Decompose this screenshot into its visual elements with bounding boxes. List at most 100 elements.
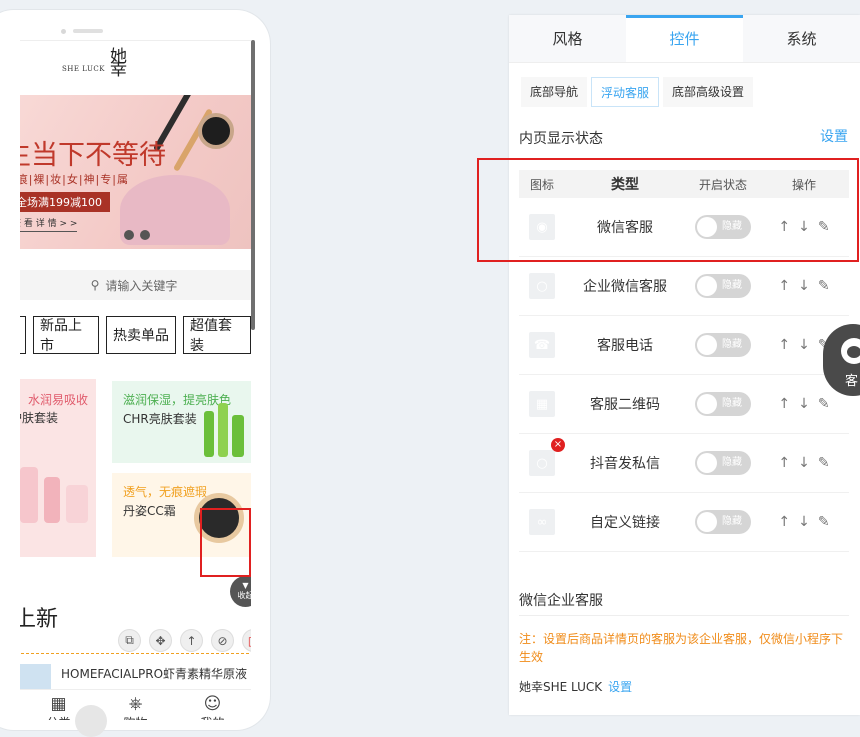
home-button[interactable] xyxy=(75,705,107,737)
user-icon: ☺ xyxy=(203,694,222,714)
settings-link[interactable]: 设置 xyxy=(820,126,848,146)
link-icon: ∞ xyxy=(529,509,555,535)
arrow-down-icon[interactable]: ↓ xyxy=(798,396,810,412)
module-toolbar: ⧉ ✥ ↑ ⊘ ◫ xyxy=(118,629,251,652)
close-icon[interactable]: × xyxy=(551,438,565,452)
hide-icon[interactable]: ⊘ xyxy=(211,629,234,652)
toggle-switch[interactable]: 隐藏 xyxy=(695,510,751,534)
row-ops: ↑ ↓ ✎ xyxy=(761,278,847,294)
triangle-down-icon: ▼ xyxy=(242,581,249,590)
arrow-up-icon[interactable]: ↑ xyxy=(180,629,203,652)
copy-icon[interactable]: ⧉ xyxy=(118,629,141,652)
search-bar[interactable]: ⚲ 请输入关键字 xyxy=(20,270,251,300)
top-tabs: 风格 控件 系统 xyxy=(509,15,860,63)
camera-dot xyxy=(61,29,66,34)
tab-label: 我的 xyxy=(200,716,224,720)
brand-logo: SHE LUCK 她幸 xyxy=(20,41,251,95)
arrow-down-icon[interactable]: ↓ xyxy=(798,455,810,471)
phone-icon: ☎ xyxy=(529,332,555,358)
divider xyxy=(519,615,849,616)
collapse-button[interactable]: ▼ 收起 xyxy=(230,576,251,607)
product-subtitle: 丹姿CC霜 xyxy=(123,504,176,518)
message-icon: ○ × xyxy=(529,438,565,476)
hero-banner[interactable]: 生当下不等待 |痕|裸|妆|女|神|专|属 全场满199减100 查 看 详 情… xyxy=(20,95,251,249)
bottle-graphic xyxy=(44,477,60,523)
arrow-up-icon[interactable]: ↑ xyxy=(778,455,790,471)
list-item[interactable]: HOMEFACIALPRO虾青素精华原液 ... xyxy=(20,653,251,691)
chat-bubble-icon: ○ xyxy=(529,273,555,299)
floating-service-label: 客 xyxy=(845,374,859,389)
product-title: 水润易吸收 xyxy=(28,393,89,407)
bottle-graphic xyxy=(20,467,38,523)
edit-icon[interactable]: ✎ xyxy=(818,514,830,530)
enterprise-service-title: 微信企业客服 xyxy=(519,593,603,609)
product-thumbnail xyxy=(20,664,51,690)
product-subtitle: 护肤套装 xyxy=(20,411,59,425)
arrow-down-icon[interactable]: ↓ xyxy=(798,514,810,530)
arrow-down-icon[interactable]: ↓ xyxy=(798,337,810,353)
toggle-switch[interactable]: 隐藏 xyxy=(695,333,751,357)
edit-icon[interactable]: ✎ xyxy=(818,396,830,412)
row-ops: ↑ ↓ ✎ xyxy=(761,514,847,530)
subtab-bottom-advanced[interactable]: 底部高级设置 xyxy=(663,77,754,107)
row-type: 客服二维码 xyxy=(590,397,660,413)
toggle-switch[interactable]: 隐藏 xyxy=(695,274,751,298)
tab-cart[interactable]: ⎈ 购物 xyxy=(97,690,174,720)
highlight-frame xyxy=(477,158,859,262)
banner-detail-link[interactable]: 查 看 详 情 > > xyxy=(20,216,78,232)
tab-label: 分类 xyxy=(46,716,70,720)
search-icon: ⚲ xyxy=(90,278,100,292)
row-type: 抖音发私信 xyxy=(590,456,660,472)
arrow-up-icon[interactable]: ↑ xyxy=(778,337,790,353)
product-card[interactable]: 滋润保湿，提亮肤色 CHR亮肤套装 xyxy=(112,381,251,463)
edit-icon[interactable]: ✎ xyxy=(818,455,830,471)
product-title: 滋润保湿，提亮肤色 xyxy=(123,393,232,407)
category-button[interactable]: 新品上市 xyxy=(33,316,99,354)
tab-system[interactable]: 系统 xyxy=(743,15,860,62)
category-button[interactable] xyxy=(20,316,26,354)
row-ops: ↑ ↓ ✎ xyxy=(761,396,847,412)
trash-icon[interactable]: ◫ xyxy=(242,629,251,652)
carousel-dots[interactable] xyxy=(124,225,156,244)
qrcode-icon: ▦ xyxy=(529,391,555,417)
logo-text: SHE LUCK xyxy=(62,65,105,73)
preview-scrollbar[interactable] xyxy=(251,40,255,330)
cart-icon: ⎈ xyxy=(128,694,143,714)
brand-line: 她幸SHE LUCK 设置 xyxy=(519,678,632,695)
tab-style[interactable]: 风格 xyxy=(509,15,626,62)
collapse-label: 收起 xyxy=(237,591,252,600)
category-button[interactable]: 热卖单品 xyxy=(106,316,176,354)
row-type: 企业微信客服 xyxy=(583,279,667,295)
service-avatar-icon xyxy=(841,338,860,364)
product-subtitle: CHR亮肤套装 xyxy=(123,412,197,426)
highlight-frame xyxy=(200,508,251,577)
edit-icon[interactable]: ✎ xyxy=(818,278,830,294)
row-type: 自定义链接 xyxy=(590,515,660,531)
search-placeholder: 请输入关键字 xyxy=(105,278,178,293)
list-item-name: HOMEFACIALPRO虾青素精华原液 ... xyxy=(61,667,251,681)
subtab-bottom-nav[interactable]: 底部导航 xyxy=(521,77,588,107)
enterprise-note: 注：设置后商品详情页的客服为该企业客服，仅微信小程序下生效 xyxy=(519,632,844,664)
arrow-up-icon[interactable]: ↑ xyxy=(778,278,790,294)
move-icon[interactable]: ✥ xyxy=(149,629,172,652)
section-label: 内页显示状态 xyxy=(519,131,603,147)
bottom-tabbar: ▦ 分类 ⎈ 购物 ☺ 我的 xyxy=(20,689,251,720)
arrow-up-icon[interactable]: ↑ xyxy=(778,396,790,412)
toggle-switch[interactable]: 隐藏 xyxy=(695,392,751,416)
table-row: ○ 企业微信客服 隐藏 ↑ ↓ ✎ xyxy=(519,257,849,316)
category-row: 新品上市 热卖单品 超值套装 xyxy=(20,316,251,354)
brand-name: 她幸SHE LUCK xyxy=(519,680,603,694)
tab-controls[interactable]: 控件 xyxy=(626,15,743,62)
toggle-switch[interactable]: 隐藏 xyxy=(695,451,751,475)
category-button[interactable]: 超值套装 xyxy=(183,316,251,354)
arrow-up-icon[interactable]: ↑ xyxy=(778,514,790,530)
arrow-down-icon[interactable]: ↓ xyxy=(798,278,810,294)
banner-promo: 全场满199减100 xyxy=(20,192,110,212)
brand-settings-link[interactable]: 设置 xyxy=(608,680,632,694)
bottle-graphic xyxy=(204,411,214,457)
table-row: ∞ 自定义链接 隐藏 ↑ ↓ ✎ xyxy=(519,493,849,552)
tab-mine[interactable]: ☺ 我的 xyxy=(174,690,251,720)
settings-panel: 风格 控件 系统 底部导航 浮动客服 底部高级设置 内页显示状态 设置 图标 类… xyxy=(509,15,860,715)
subtab-floating-service[interactable]: 浮动客服 xyxy=(591,77,660,107)
product-card[interactable]: 水润易吸收 护肤套装 xyxy=(20,379,96,557)
